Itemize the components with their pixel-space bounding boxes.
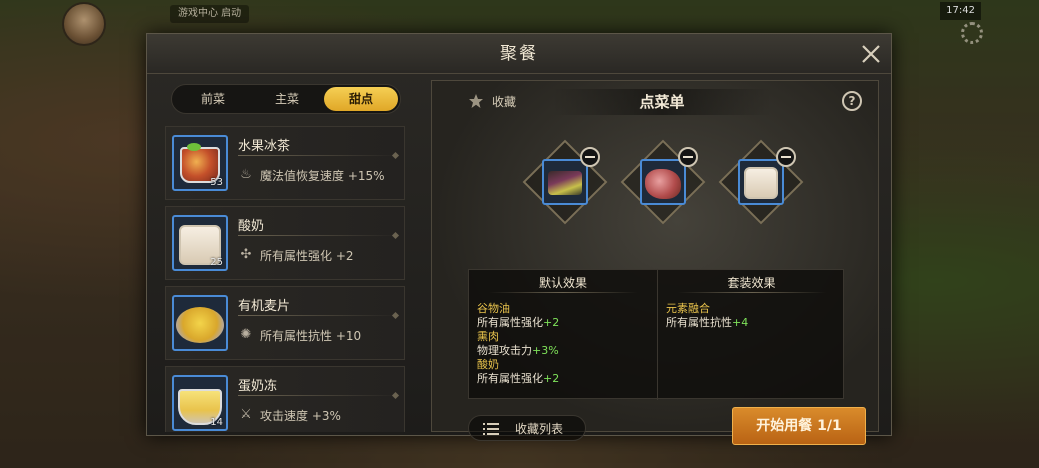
course-tabs: 前菜 主菜 甜点 [171,84,401,114]
effect-text: 物理攻击力 [477,344,532,357]
smoked-meat-image [640,159,686,205]
yogurt-image: 25 [172,215,228,271]
star-icon[interactable] [468,93,484,109]
effect-source: 元素融合 [666,302,710,315]
effect-source: 熏肉 [477,330,499,343]
dish-name: 蛋奶冻 [238,379,278,394]
divider [238,235,398,236]
modal-title: 聚餐 [500,44,538,64]
item-count: 53 [210,177,223,188]
fruit-iced-tea-image: 53 [172,135,228,191]
default-effects-heading: 默认效果 [538,276,587,290]
order-slot[interactable] [620,139,706,225]
effects-panel: 默认效果 谷物油 所有属性强化+2 熏肉 物理攻击力+3% 酸奶 所有属性强化+… [468,269,845,400]
help-icon[interactable]: ? [842,91,862,111]
effect-line: 所有属性抗性+4 [666,316,748,330]
resist-icon: ✺ [240,327,252,342]
default-effects-list: 谷物油 所有属性强化+2 熏肉 物理攻击力+3% 酸奶 所有属性强化+2 [477,302,559,386]
grain-oil-image [542,159,588,205]
modal-header: 聚餐 [147,34,891,74]
element-icon: ✣ [240,247,252,262]
set-effects-list: 元素融合 所有属性抗性+4 [666,302,748,330]
effect-text: 所有属性抗性 [666,316,732,329]
order-title: 点菜单 [552,89,772,115]
effect-text: 所有属性强化 [477,316,543,329]
dish-effect: 所有属性抗性 +10 [260,329,362,343]
effect-value: +2 [543,316,560,329]
tab-dessert[interactable]: 甜点 [324,87,398,111]
effect-source: 谷物油 [477,302,510,315]
divider [238,315,398,316]
favorite-list-button[interactable]: 收藏列表 [468,415,586,441]
yogurt-image [738,159,784,205]
remove-dish-button[interactable] [776,147,796,167]
list-item[interactable]: 14 蛋奶冻 ⚔ 攻击速度 +3% [165,366,405,432]
dish-catalogue: 前菜 主菜 甜点 53 水果冰茶 ♨ 魔法值恢复速度 +15% 25 酸奶 ✣ … [161,80,407,432]
divider [238,155,398,156]
divider [489,292,637,293]
settings-gear-icon[interactable] [961,22,983,44]
list-item[interactable]: 25 酸奶 ✣ 所有属性强化 +2 [165,206,405,280]
custard-image: 14 [172,375,228,431]
speed-icon: ⚔ [240,407,252,422]
effect-line: 熏肉 [477,330,559,344]
order-panel: 收藏 点菜单 ? 默认效果 谷物油 所有属性强化+2 熏肉 物理攻击力+3% 酸… [431,80,879,445]
remove-dish-button[interactable] [678,147,698,167]
divider [678,292,826,293]
list-item[interactable]: 53 水果冰茶 ♨ 魔法值恢复速度 +15% [165,126,405,200]
set-effects: 套装效果 元素融合 所有属性抗性+4 [657,270,845,400]
effect-line: 物理攻击力+3% [477,344,559,358]
dish-effect: 所有属性强化 +2 [260,249,354,263]
dish-effect: 魔法值恢复速度 +15% [260,169,385,183]
dish-name: 酸奶 [238,219,265,234]
dish-list: 53 水果冰茶 ♨ 魔法值恢复速度 +15% 25 酸奶 ✣ 所有属性强化 +2 [165,126,407,432]
close-button[interactable] [859,42,883,66]
start-dining-button[interactable]: 开始用餐 1/1 [732,407,866,445]
item-count: 25 [210,257,223,268]
remove-dish-button[interactable] [580,147,600,167]
tab-main-course[interactable]: 主菜 [250,87,324,111]
effect-line: 谷物油 [477,302,559,316]
effect-value: +3% [532,344,559,357]
effect-line: 所有属性强化+2 [477,372,559,386]
dish-effect: 攻击速度 +3% [260,409,341,423]
organic-cereal-image [172,295,228,351]
effect-value: +2 [543,372,560,385]
tab-appetizer[interactable]: 前菜 [176,87,250,111]
dinner-modal: 聚餐 前菜 主菜 甜点 53 水果冰茶 ♨ 魔法值恢复速度 +15% 25 酸奶… [146,33,892,445]
clock-status: 17:42 [940,2,981,20]
order-slot[interactable] [718,139,804,225]
set-effects-heading: 套装效果 [727,276,776,290]
effect-value: +4 [732,316,749,329]
effect-line: 酸奶 [477,358,559,372]
effect-source: 酸奶 [477,358,499,371]
list-icon [483,423,499,435]
dish-name: 水果冰茶 [238,139,291,154]
order-slot[interactable] [522,139,608,225]
server-pill[interactable]: 游戏中心 启动 [170,5,250,23]
effect-line: 所有属性强化+2 [477,316,559,330]
item-count: 14 [210,417,223,428]
dish-name: 有机麦片 [238,299,291,314]
favorite-button[interactable]: 收藏 [492,93,516,110]
default-effects: 默认效果 谷物油 所有属性强化+2 熏肉 物理攻击力+3% 酸奶 所有属性强化+… [469,270,657,400]
favorite-list-label: 收藏列表 [515,422,564,436]
player-avatar[interactable] [62,2,106,46]
effect-text: 所有属性强化 [477,372,543,385]
close-icon [862,45,880,63]
list-item[interactable]: 有机麦片 ✺ 所有属性抗性 +10 [165,286,405,360]
mana-icon: ♨ [240,167,252,182]
effect-line: 元素融合 [666,302,748,316]
order-header: 收藏 点菜单 ? [432,81,878,121]
divider [238,395,398,396]
